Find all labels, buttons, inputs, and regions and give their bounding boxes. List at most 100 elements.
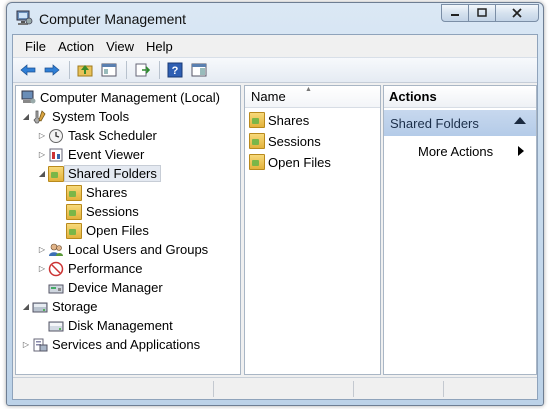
shared-folder-icon (66, 203, 82, 220)
app-window: Computer Management File Action View Hel… (6, 2, 544, 406)
console-tree-pane[interactable]: Computer Management (Local) ◢ System Too… (15, 85, 241, 375)
shared-folder-icon (249, 154, 265, 170)
collapse-up-icon[interactable] (514, 117, 526, 124)
tree-item-open-files[interactable]: Open Files (66, 221, 149, 240)
help-button[interactable]: ? (164, 60, 186, 80)
shared-folder-icon (48, 165, 64, 182)
list-item[interactable]: Open Files (249, 152, 331, 172)
tree-label: Disk Management (68, 318, 173, 333)
svg-text:?: ? (172, 65, 179, 77)
tree-item-performance[interactable]: ▷ Performance (36, 259, 143, 278)
submenu-arrow-icon (518, 146, 524, 156)
tree-item-sessions[interactable]: Sessions (66, 202, 139, 221)
help-icon: ? (167, 62, 183, 78)
menu-view[interactable]: View (100, 37, 140, 56)
tree-item-system-tools[interactable]: ◢ System Tools (20, 107, 129, 126)
tree-label: System Tools (52, 109, 130, 124)
collapsed-arrow-icon[interactable]: ▷ (20, 340, 32, 349)
tree-label: Shares (86, 185, 128, 200)
computer-management-icon (16, 10, 33, 25)
title-bar[interactable]: Computer Management (7, 3, 543, 33)
computer-management-icon (21, 90, 36, 103)
status-divider (443, 381, 444, 397)
show-hide-action-pane-button[interactable] (188, 60, 210, 80)
minimize-icon (451, 14, 459, 16)
menu-file[interactable]: File (19, 37, 52, 56)
tree-item-disk-management[interactable]: Disk Management (48, 316, 173, 335)
actions-header: Actions (384, 86, 536, 108)
tree-item-shares[interactable]: Shares (66, 183, 127, 202)
users-icon (49, 243, 63, 256)
window-title: Computer Management (39, 11, 187, 27)
list-item-label: Shares (268, 112, 310, 128)
minimize-button[interactable] (441, 4, 469, 22)
menu-action[interactable]: Action (52, 37, 100, 56)
tree-label: Open Files (86, 223, 149, 238)
export-icon (135, 63, 150, 77)
column-header-label: Name (251, 89, 286, 104)
name-column-header[interactable]: ▲ Name (245, 86, 380, 108)
tree-item-task-scheduler[interactable]: ▷ Task Scheduler (36, 126, 157, 145)
toolbar-separator (159, 61, 160, 79)
show-hide-tree-button[interactable] (98, 60, 120, 80)
forward-button[interactable] (41, 60, 63, 80)
list-item[interactable]: Shares (249, 110, 309, 130)
toolbar-separator (126, 61, 127, 79)
menu-help[interactable]: Help (140, 37, 179, 56)
actions-pane: Actions Shared Folders More Actions (383, 85, 537, 375)
actions-section-shared-folders[interactable]: Shared Folders (384, 110, 536, 136)
tree-item-local-users[interactable]: ▷ Local Users and Groups (36, 240, 208, 259)
tree-item-root[interactable]: Computer Management (Local) (20, 88, 220, 107)
list-item[interactable]: Sessions (249, 131, 321, 151)
tree-label: Computer Management (Local) (40, 90, 220, 105)
collapsed-arrow-icon[interactable]: ▷ (36, 150, 48, 159)
expanded-arrow-icon[interactable]: ◢ (20, 302, 32, 311)
tree-item-device-manager[interactable]: Device Manager (48, 278, 163, 297)
tree-item-storage[interactable]: ◢ Storage (20, 297, 98, 316)
tree-label: Event Viewer (68, 147, 145, 162)
close-button[interactable] (495, 4, 539, 22)
tree-item-event-viewer[interactable]: ▷ Event Viewer (36, 145, 144, 164)
device-manager-icon (48, 284, 64, 293)
tree-label: Sessions (86, 204, 139, 219)
more-actions-item[interactable]: More Actions (384, 140, 536, 162)
results-pane[interactable]: ▲ Name Shares Sessions Open Files (244, 85, 381, 375)
maximize-button[interactable] (468, 4, 496, 22)
list-item-label: Open Files (268, 154, 331, 170)
shared-folder-icon (249, 112, 265, 128)
export-list-button[interactable] (131, 60, 153, 80)
expanded-arrow-icon[interactable]: ◢ (20, 112, 32, 121)
collapsed-arrow-icon[interactable]: ▷ (36, 245, 48, 254)
folder-up-icon (77, 65, 93, 77)
more-actions-label: More Actions (418, 143, 494, 159)
shared-folder-icon (66, 222, 82, 239)
caption-buttons (441, 4, 539, 22)
list-item-label: Sessions (268, 133, 321, 149)
shared-folder-icon (249, 133, 265, 149)
disk-management-icon (48, 321, 64, 331)
tree-label: Shared Folders (64, 165, 161, 182)
shared-folder-icon (66, 184, 82, 201)
back-button[interactable] (17, 60, 39, 80)
event-viewer-icon (49, 148, 63, 161)
close-icon (512, 8, 522, 18)
action-pane-icon (191, 63, 207, 77)
tree-label: Task Scheduler (68, 128, 157, 143)
actions-section-label: Shared Folders (390, 115, 479, 131)
up-level-button[interactable] (74, 60, 96, 80)
tree-item-shared-folders[interactable]: ◢ Shared Folders (36, 164, 161, 183)
toolbar: ? (13, 57, 537, 83)
tree-label: Local Users and Groups (68, 242, 209, 257)
services-icon (33, 338, 48, 351)
expanded-arrow-icon[interactable]: ◢ (36, 169, 48, 178)
sort-ascending-icon: ▲ (305, 86, 312, 93)
status-divider (213, 381, 214, 397)
performance-icon (48, 261, 64, 276)
clock-icon (49, 128, 63, 143)
tree-label: Storage (52, 299, 98, 314)
collapsed-arrow-icon[interactable]: ▷ (36, 131, 48, 140)
status-divider (353, 381, 354, 397)
collapsed-arrow-icon[interactable]: ▷ (36, 264, 48, 273)
console-tree-icon (101, 63, 117, 77)
tree-item-services[interactable]: ▷ Services and Applications (20, 335, 200, 354)
